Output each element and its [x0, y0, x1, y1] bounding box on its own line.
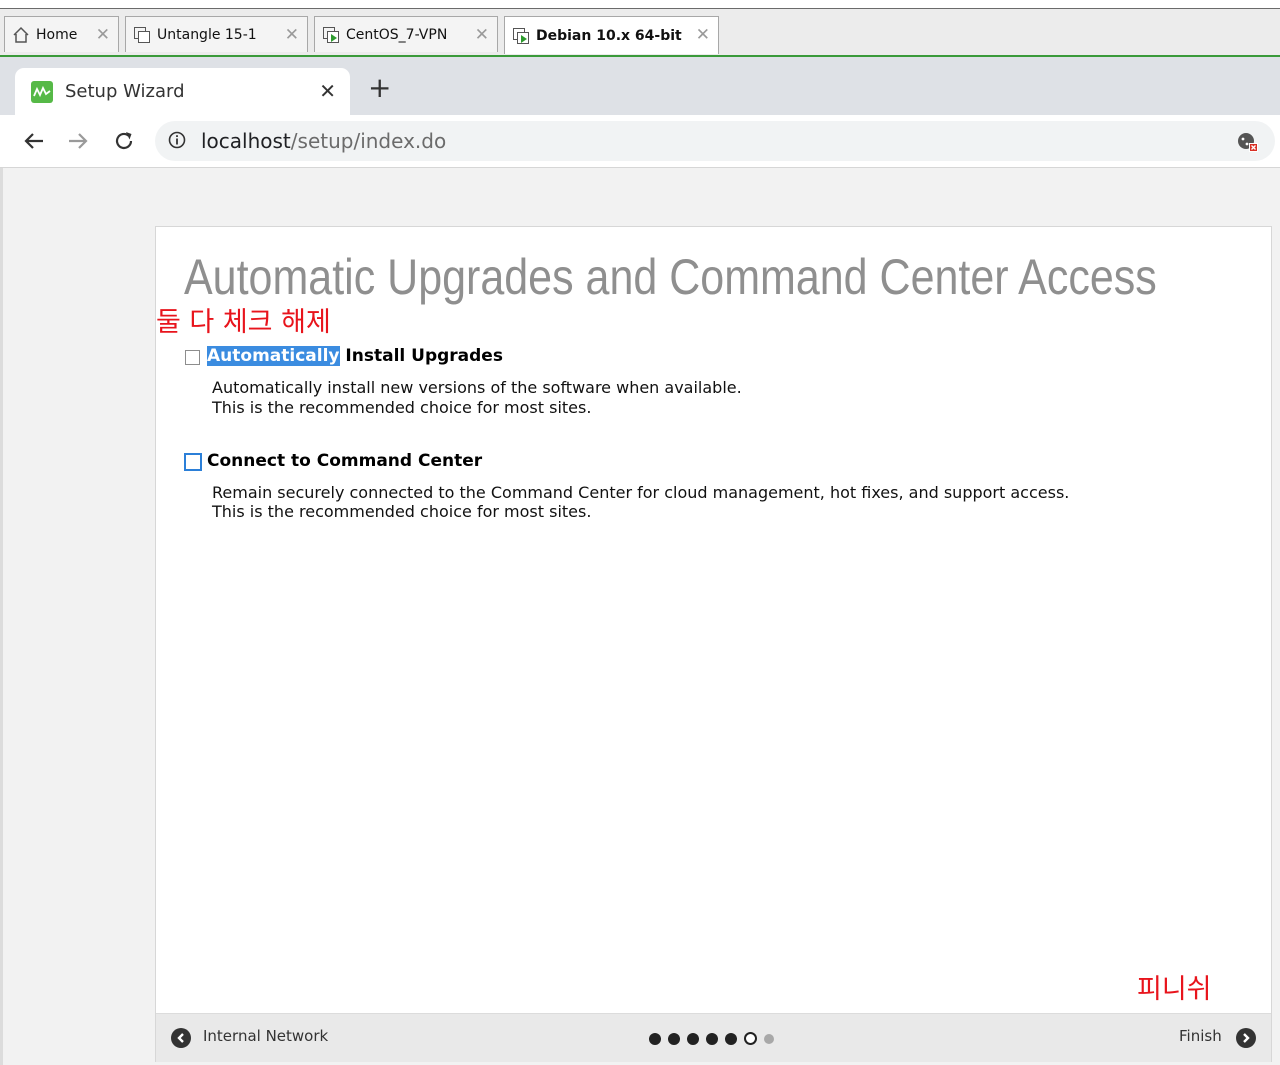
annotation-uncheck-both: 둘 다 체크 해제 — [156, 307, 331, 338]
auto-upgrade-desc-2: This is the recommended choice for most … — [212, 398, 592, 417]
url-host: localhost — [201, 129, 291, 153]
back-icon[interactable] — [20, 127, 48, 155]
close-icon[interactable]: ✕ — [475, 25, 489, 45]
page-title: Automatic Upgrades and Command Center Ac… — [184, 249, 1157, 305]
next-icon[interactable] — [1236, 1028, 1256, 1048]
selected-text: Automatically — [207, 346, 340, 366]
auto-upgrade-label[interactable]: Automatically Install Upgrades — [207, 346, 503, 366]
previous-button[interactable]: Internal Network — [203, 1027, 328, 1045]
info-icon[interactable] — [168, 131, 186, 149]
url-text: localhost/setup/index.do — [201, 129, 446, 153]
vm-tab-label: Home — [36, 26, 78, 43]
untangle-favicon-icon — [31, 80, 53, 103]
previous-icon[interactable] — [171, 1028, 191, 1048]
step-dot-current — [744, 1032, 757, 1045]
vm-tab-untangle[interactable]: Untangle 15-1 ✕ — [125, 16, 308, 52]
new-tab-icon[interactable]: + — [368, 74, 391, 102]
close-icon[interactable]: ✕ — [285, 25, 299, 45]
browser-tab-setup-wizard[interactable]: Setup Wizard ✕ — [15, 68, 350, 115]
cookie-blocked-icon[interactable] — [1236, 130, 1260, 154]
auto-upgrade-label-rest: Install Upgrades — [339, 346, 503, 366]
address-bar[interactable]: localhost/setup/index.do — [155, 121, 1275, 161]
step-dot — [668, 1032, 680, 1045]
vm-tab-label: CentOS_7-VPN — [346, 26, 448, 43]
browser-tab-title: Setup Wizard — [65, 81, 185, 102]
command-center-desc-2: This is the recommended choice for most … — [212, 502, 592, 521]
step-dot-pending — [764, 1033, 774, 1044]
vm-running-icon — [322, 26, 340, 44]
reload-icon[interactable] — [110, 127, 138, 155]
forward-icon[interactable] — [64, 127, 92, 155]
auto-upgrade-checkbox[interactable] — [185, 350, 200, 365]
home-icon — [12, 26, 30, 44]
vm-tab-label: Untangle 15-1 — [157, 26, 257, 43]
annotation-finish: 피니쉬 — [1137, 974, 1212, 1005]
command-center-checkbox[interactable] — [184, 453, 202, 471]
page-left-edge — [0, 168, 3, 1065]
browser-toolbar: localhost/setup/index.do — [0, 115, 1280, 168]
vm-tab-centos[interactable]: CentOS_7-VPN ✕ — [314, 16, 498, 52]
close-icon[interactable]: ✕ — [96, 25, 110, 45]
auto-upgrade-desc-1: Automatically install new versions of th… — [212, 378, 742, 397]
close-icon[interactable]: ✕ — [696, 25, 710, 45]
step-indicator — [649, 1032, 774, 1045]
step-dot — [706, 1032, 718, 1045]
vm-tab-label: Debian 10.x 64-bit — [536, 27, 682, 44]
vm-icon — [133, 26, 151, 44]
command-center-desc-1: Remain securely connected to the Command… — [212, 483, 1070, 502]
url-path: /setup/index.do — [290, 129, 447, 153]
close-icon[interactable]: ✕ — [319, 79, 336, 103]
vm-tab-strip: Home ✕ Untangle 15-1 ✕ CentOS_7-VPN ✕ De… — [0, 9, 1280, 57]
browser-tab-bar: Setup Wizard ✕ — [0, 57, 1280, 115]
step-dot — [649, 1032, 661, 1045]
finish-button[interactable]: Finish — [1179, 1027, 1222, 1045]
vm-tab-debian[interactable]: Debian 10.x 64-bit ✕ — [504, 16, 719, 54]
step-dot — [687, 1032, 699, 1045]
vm-window-top — [0, 0, 1280, 9]
command-center-label[interactable]: Connect to Command Center — [207, 451, 482, 471]
step-dot — [725, 1032, 737, 1045]
vm-tab-home[interactable]: Home ✕ — [4, 16, 119, 52]
vm-running-icon — [512, 27, 530, 45]
